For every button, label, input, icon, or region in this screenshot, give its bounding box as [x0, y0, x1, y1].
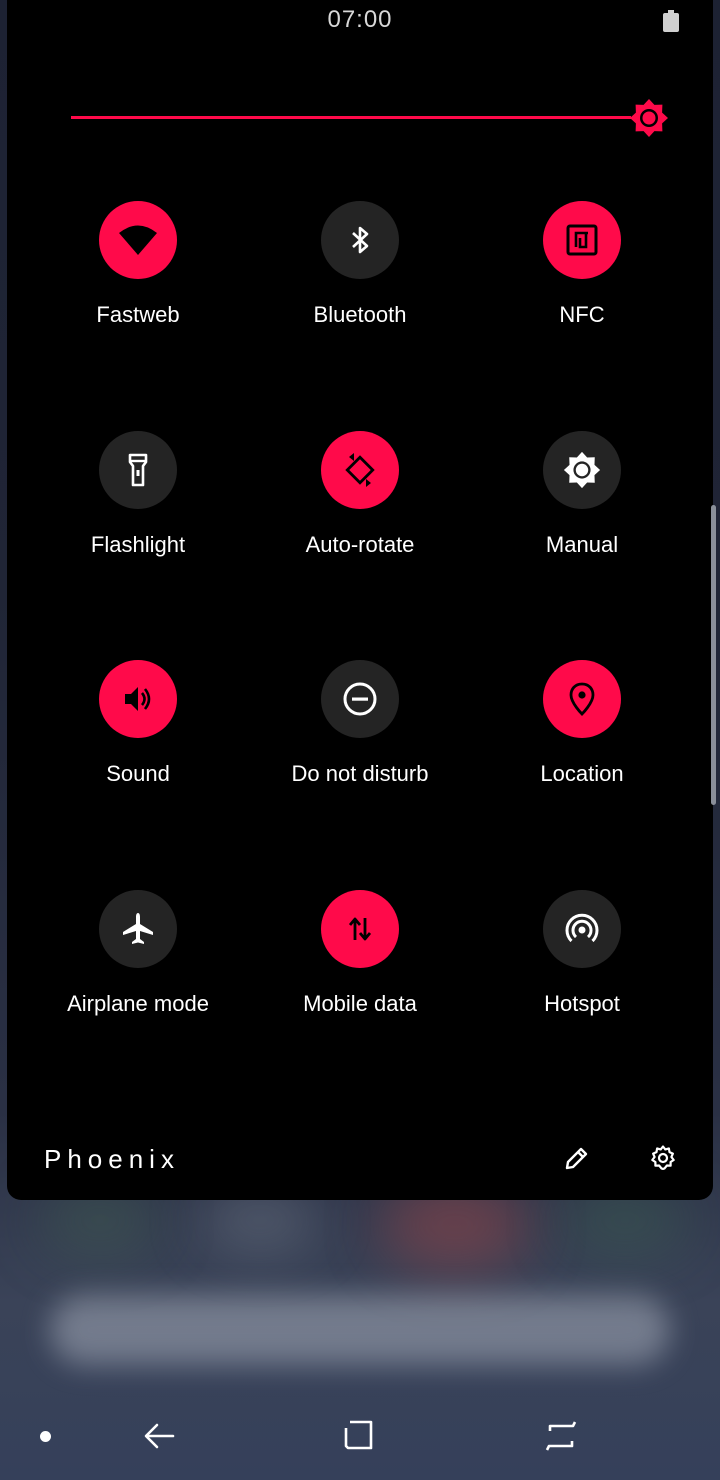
- tile-nfc[interactable]: NFC: [471, 201, 693, 328]
- tile-label: Airplane mode: [67, 991, 209, 1016]
- tile-location[interactable]: Location: [471, 660, 693, 787]
- tile-flashlight[interactable]: Flashlight: [27, 431, 249, 558]
- brightness-icon: [630, 99, 668, 137]
- dot-icon[interactable]: [40, 1431, 51, 1442]
- hotspot-icon: [543, 890, 621, 968]
- nfc-icon: [543, 201, 621, 279]
- wifi-icon: [99, 201, 177, 279]
- tile-manual-brightness[interactable]: Manual: [471, 431, 693, 558]
- home-button[interactable]: [340, 1417, 378, 1455]
- tile-label: Bluetooth: [313, 302, 407, 327]
- brightness-slider-track[interactable]: [71, 116, 631, 119]
- tile-label: Flashlight: [90, 532, 186, 557]
- gear-icon: [651, 1145, 675, 1170]
- bluetooth-icon: [321, 201, 399, 279]
- tile-label: Auto-rotate: [305, 532, 415, 557]
- location-pin-icon: [543, 660, 621, 738]
- tile-label: Manual: [545, 532, 619, 557]
- settings-button[interactable]: [649, 1144, 677, 1172]
- recents-button[interactable]: [542, 1417, 580, 1455]
- tile-auto-rotate[interactable]: Auto-rotate: [249, 431, 471, 558]
- tile-label: NFC: [559, 302, 605, 327]
- tile-label: Sound: [106, 761, 170, 786]
- flashlight-icon: [99, 431, 177, 509]
- back-arrow-icon: [144, 1423, 175, 1449]
- tile-airplane-mode[interactable]: Airplane mode: [27, 890, 249, 1017]
- back-button[interactable]: [140, 1417, 178, 1455]
- tile-wifi[interactable]: Fastweb: [27, 201, 249, 328]
- tile-label: Do not disturb: [291, 761, 429, 786]
- pencil-icon: [565, 1147, 588, 1170]
- tile-do-not-disturb[interactable]: Do not disturb: [249, 660, 471, 787]
- navigation-bar: [0, 1400, 720, 1480]
- brightness-slider-thumb[interactable]: [628, 97, 670, 139]
- auto-rotate-icon: [321, 431, 399, 509]
- recents-icon: [545, 1421, 577, 1451]
- tile-label: Hotspot: [544, 991, 620, 1016]
- brand-label: Phoenix: [44, 1144, 180, 1174]
- tile-label: Location: [540, 761, 624, 786]
- battery-full-icon: [663, 10, 679, 32]
- edit-button[interactable]: [563, 1144, 591, 1172]
- quick-settings-panel: [7, 0, 713, 1200]
- speaker-icon: [99, 660, 177, 738]
- home-icon: [344, 1420, 373, 1450]
- scroll-handle[interactable]: [711, 505, 716, 805]
- status-time: 07:00: [327, 6, 393, 33]
- tile-hotspot[interactable]: Hotspot: [471, 890, 693, 1017]
- dock-blur: [50, 1295, 670, 1365]
- airplane-icon: [99, 890, 177, 968]
- tile-mobile-data[interactable]: Mobile data: [249, 890, 471, 1017]
- tile-label: Fastweb: [96, 302, 180, 327]
- tile-bluetooth[interactable]: Bluetooth: [249, 201, 471, 328]
- tile-label: Mobile data: [303, 991, 417, 1016]
- brightness-icon: [543, 431, 621, 509]
- mobile-data-icon: [321, 890, 399, 968]
- do-not-disturb-icon: [321, 660, 399, 738]
- tile-sound[interactable]: Sound: [27, 660, 249, 787]
